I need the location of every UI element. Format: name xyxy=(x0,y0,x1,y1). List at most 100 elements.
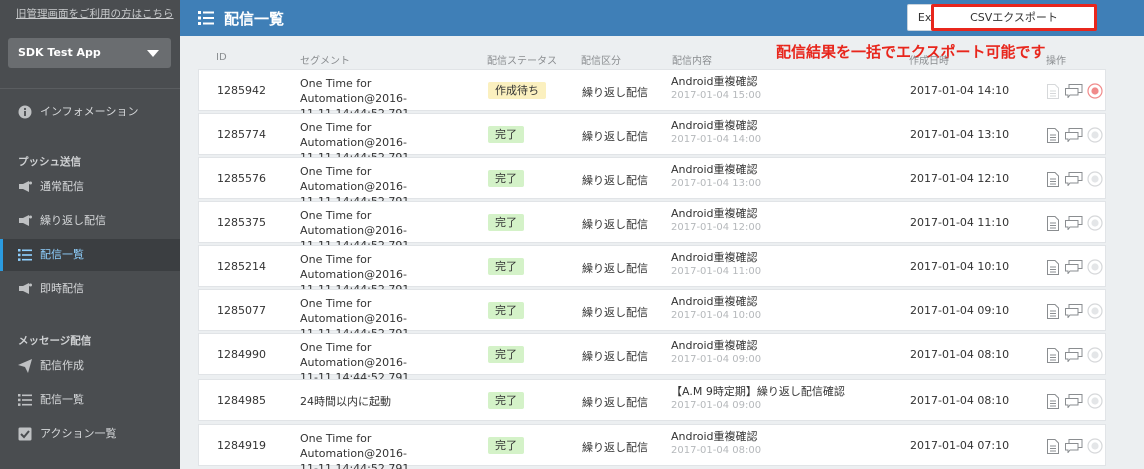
table-row: 1284985 24時間以内に起動 完了 繰り返し配信 【A.M 9時定期】繰り返し配信… xyxy=(198,379,1106,421)
row-kind: 繰り返し配信 xyxy=(582,262,648,275)
status-badge: 作成待ち xyxy=(488,82,546,99)
row-segment-line1: One Time for Automation@2016- xyxy=(300,77,408,105)
document-icon[interactable] xyxy=(1047,172,1059,187)
row-segment-line1: One Time for Automation@2016- xyxy=(300,432,408,460)
app-selector[interactable]: SDK Test App xyxy=(8,38,171,68)
row-segment-line1: One Time for Automation@2016- xyxy=(300,121,408,149)
row-actions xyxy=(1047,126,1103,144)
stop-icon[interactable] xyxy=(1087,393,1103,409)
row-content-title: Android重複確認 xyxy=(671,75,758,88)
message-icon[interactable] xyxy=(1065,348,1083,362)
row-segment-line1: One Time for Automation@2016- xyxy=(300,341,408,369)
nav-label: アクション一覧 xyxy=(40,427,117,440)
stop-icon[interactable] xyxy=(1087,215,1103,231)
document-icon[interactable] xyxy=(1047,260,1059,275)
stop-icon[interactable] xyxy=(1087,347,1103,363)
nav-label: 通常配信 xyxy=(40,180,84,193)
message-icon[interactable] xyxy=(1065,84,1083,98)
nav-info[interactable]: インフォメーション xyxy=(0,96,180,128)
row-actions xyxy=(1047,302,1103,320)
row-id: 1284919 xyxy=(217,439,266,452)
document-icon[interactable] xyxy=(1047,216,1059,231)
old-admin-link[interactable]: 旧管理画面をご利用の方はこちら xyxy=(0,0,180,30)
row-content-title: Android重複確認 xyxy=(671,163,758,176)
row-content: Android重複確認 2017-01-04 09:00 xyxy=(671,339,761,367)
push-section-label: プッシュ送信 xyxy=(18,156,81,168)
row-actions xyxy=(1047,82,1103,100)
megaphone-icon xyxy=(18,214,32,228)
row-segment-line1: 24時間以内に起動 xyxy=(300,395,391,408)
row-content-title: Android重複確認 xyxy=(671,295,758,308)
row-content-title: Android重複確認 xyxy=(671,339,758,352)
document-icon[interactable] xyxy=(1047,439,1059,454)
message-icon[interactable] xyxy=(1065,394,1083,408)
nav-msg-create[interactable]: 配信作成 xyxy=(0,350,180,382)
divider xyxy=(0,88,180,89)
nav-push-repeat[interactable]: 繰り返し配信 xyxy=(0,205,180,237)
row-created: 2017-01-04 08:10 xyxy=(910,394,1010,407)
row-actions xyxy=(1047,258,1103,276)
stop-icon[interactable] xyxy=(1087,438,1103,454)
row-content-date: 2017-01-04 09:00 xyxy=(671,400,762,411)
stop-icon[interactable] xyxy=(1087,127,1103,143)
nav-push-normal[interactable]: 通常配信 xyxy=(0,171,180,203)
app-name: SDK Test App xyxy=(18,46,101,59)
stop-icon[interactable] xyxy=(1087,171,1103,187)
document-icon[interactable] xyxy=(1047,84,1059,99)
document-icon[interactable] xyxy=(1047,394,1059,409)
row-kind: 繰り返し配信 xyxy=(582,396,648,409)
message-icon[interactable] xyxy=(1065,128,1083,142)
table-row: 1285214One Time for Automation@2016-11-1… xyxy=(198,245,1106,296)
row-content-date: 2017-01-04 08:00 xyxy=(671,445,762,456)
row-content-date: 2017-01-04 11:00 xyxy=(671,266,762,277)
table-row: 1285576One Time for Automation@2016-11-1… xyxy=(198,157,1106,208)
row-kind: 繰り返し配信 xyxy=(582,306,648,319)
document-icon[interactable] xyxy=(1047,304,1059,319)
row-content-date: 2017-01-04 09:00 xyxy=(671,354,762,365)
row-content: Android重複確認 2017-01-04 12:00 xyxy=(671,207,761,235)
row-content-date: 2017-01-04 12:00 xyxy=(671,222,762,233)
message-icon[interactable] xyxy=(1065,439,1083,453)
message-section-label: メッセージ配信 xyxy=(18,335,92,347)
list-icon xyxy=(198,11,214,25)
row-content-date: 2017-01-04 10:00 xyxy=(671,310,762,321)
document-icon[interactable] xyxy=(1047,128,1059,143)
row-content-title: Android重複確認 xyxy=(671,207,758,220)
message-icon[interactable] xyxy=(1065,260,1083,274)
row-content: Android重複確認 2017-01-04 15:00 xyxy=(671,75,761,103)
csv-export-button[interactable]: CSVエクスポート xyxy=(931,4,1097,31)
message-icon[interactable] xyxy=(1065,216,1083,230)
row-created: 2017-01-04 12:10 xyxy=(910,172,1010,185)
stop-icon[interactable] xyxy=(1087,303,1103,319)
nav-msg-list[interactable]: 配信一覧 xyxy=(0,384,180,416)
status-badge: 完了 xyxy=(488,170,524,187)
status-badge: 完了 xyxy=(488,126,524,143)
col-content: 配信内容 xyxy=(672,56,712,67)
row-actions xyxy=(1047,346,1103,364)
nav-label: 配信一覧 xyxy=(40,248,84,261)
stop-icon[interactable] xyxy=(1087,259,1103,275)
row-actions xyxy=(1047,170,1103,188)
nav-push-list[interactable]: 配信一覧 xyxy=(0,239,180,271)
row-kind: 繰り返し配信 xyxy=(582,218,648,231)
col-status: 配信ステータス xyxy=(487,56,557,67)
sidebar: 旧管理画面をご利用の方はこちら SDK Test App インフォメーション プ… xyxy=(0,0,180,469)
table-header: ID セグメント 配信ステータス 配信区分 配信内容 作成日時 操作 xyxy=(198,52,1106,68)
stop-icon[interactable] xyxy=(1087,83,1103,99)
row-id: 1284990 xyxy=(217,348,266,361)
message-icon[interactable] xyxy=(1065,172,1083,186)
nav-msg-actions[interactable]: アクション一覧 xyxy=(0,418,180,450)
status-badge: 完了 xyxy=(488,302,524,319)
row-id: 1285942 xyxy=(217,84,266,97)
document-icon[interactable] xyxy=(1047,348,1059,363)
row-kind: 繰り返し配信 xyxy=(582,130,648,143)
table-row: 1285375One Time for Automation@2016-11-1… xyxy=(198,201,1106,252)
nav-push-instant[interactable]: 即時配信 xyxy=(0,273,180,305)
list-icon xyxy=(18,248,32,262)
paper-plane-icon xyxy=(18,359,32,373)
row-content: Android重複確認 2017-01-04 13:00 xyxy=(671,163,761,191)
col-kind: 配信区分 xyxy=(581,56,621,67)
message-icon[interactable] xyxy=(1065,304,1083,318)
info-icon xyxy=(18,105,32,119)
row-id: 1284985 xyxy=(217,394,266,407)
